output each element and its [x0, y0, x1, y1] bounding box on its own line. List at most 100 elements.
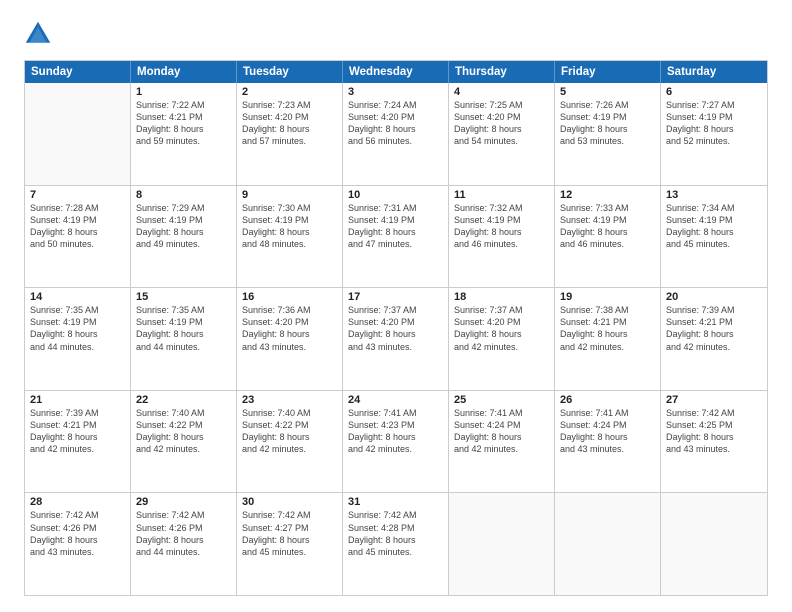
- day-info-line: and 42 minutes.: [454, 443, 549, 455]
- day-cell-3: 3Sunrise: 7:24 AMSunset: 4:20 PMDaylight…: [343, 83, 449, 185]
- day-number: 7: [30, 189, 125, 201]
- day-info-line: Sunrise: 7:38 AM: [560, 304, 655, 316]
- day-info-line: and 42 minutes.: [454, 341, 549, 353]
- day-info-line: and 43 minutes.: [348, 341, 443, 353]
- day-info-line: Sunset: 4:26 PM: [30, 522, 125, 534]
- day-info-line: Daylight: 8 hours: [136, 123, 231, 135]
- day-cell-31: 31Sunrise: 7:42 AMSunset: 4:28 PMDayligh…: [343, 493, 449, 595]
- day-cell-17: 17Sunrise: 7:37 AMSunset: 4:20 PMDayligh…: [343, 288, 449, 390]
- day-info-line: Sunset: 4:19 PM: [454, 214, 549, 226]
- day-info-line: Daylight: 8 hours: [454, 431, 549, 443]
- day-info-line: Sunrise: 7:37 AM: [348, 304, 443, 316]
- day-info-line: Sunset: 4:19 PM: [30, 316, 125, 328]
- empty-cell: [555, 493, 661, 595]
- day-info-line: Sunrise: 7:31 AM: [348, 202, 443, 214]
- day-info-line: Daylight: 8 hours: [242, 123, 337, 135]
- day-info-line: Daylight: 8 hours: [454, 123, 549, 135]
- day-info-line: Daylight: 8 hours: [666, 226, 762, 238]
- day-number: 29: [136, 496, 231, 508]
- day-cell-28: 28Sunrise: 7:42 AMSunset: 4:26 PMDayligh…: [25, 493, 131, 595]
- day-cell-15: 15Sunrise: 7:35 AMSunset: 4:19 PMDayligh…: [131, 288, 237, 390]
- day-info-line: Sunset: 4:22 PM: [136, 419, 231, 431]
- day-info-line: Daylight: 8 hours: [30, 534, 125, 546]
- day-info-line: Daylight: 8 hours: [666, 123, 762, 135]
- day-info-line: Sunrise: 7:25 AM: [454, 99, 549, 111]
- empty-cell: [25, 83, 131, 185]
- header-day-monday: Monday: [131, 61, 237, 83]
- day-info-line: Daylight: 8 hours: [242, 328, 337, 340]
- header-day-saturday: Saturday: [661, 61, 767, 83]
- day-info-line: and 42 minutes.: [30, 443, 125, 455]
- day-info-line: Sunset: 4:19 PM: [136, 214, 231, 226]
- day-info-line: and 42 minutes.: [666, 341, 762, 353]
- day-cell-2: 2Sunrise: 7:23 AMSunset: 4:20 PMDaylight…: [237, 83, 343, 185]
- day-info-line: Daylight: 8 hours: [30, 226, 125, 238]
- day-info-line: Daylight: 8 hours: [242, 431, 337, 443]
- day-cell-5: 5Sunrise: 7:26 AMSunset: 4:19 PMDaylight…: [555, 83, 661, 185]
- day-cell-24: 24Sunrise: 7:41 AMSunset: 4:23 PMDayligh…: [343, 391, 449, 493]
- day-number: 13: [666, 189, 762, 201]
- day-info-line: Sunset: 4:19 PM: [666, 214, 762, 226]
- day-info-line: Sunset: 4:21 PM: [666, 316, 762, 328]
- day-number: 26: [560, 394, 655, 406]
- day-info-line: Daylight: 8 hours: [348, 328, 443, 340]
- day-info-line: and 43 minutes.: [560, 443, 655, 455]
- day-cell-14: 14Sunrise: 7:35 AMSunset: 4:19 PMDayligh…: [25, 288, 131, 390]
- day-number: 12: [560, 189, 655, 201]
- day-info-line: Daylight: 8 hours: [30, 431, 125, 443]
- day-info-line: Sunrise: 7:27 AM: [666, 99, 762, 111]
- day-info-line: Sunset: 4:22 PM: [242, 419, 337, 431]
- header-day-wednesday: Wednesday: [343, 61, 449, 83]
- day-info-line: Sunset: 4:20 PM: [242, 316, 337, 328]
- day-info-line: and 52 minutes.: [666, 135, 762, 147]
- day-info-line: Sunset: 4:19 PM: [136, 316, 231, 328]
- day-info-line: Sunrise: 7:42 AM: [136, 509, 231, 521]
- day-info-line: and 46 minutes.: [560, 238, 655, 250]
- day-cell-10: 10Sunrise: 7:31 AMSunset: 4:19 PMDayligh…: [343, 186, 449, 288]
- day-info-line: and 44 minutes.: [136, 546, 231, 558]
- day-number: 23: [242, 394, 337, 406]
- day-number: 2: [242, 86, 337, 98]
- day-cell-23: 23Sunrise: 7:40 AMSunset: 4:22 PMDayligh…: [237, 391, 343, 493]
- empty-cell: [449, 493, 555, 595]
- day-info-line: and 43 minutes.: [30, 546, 125, 558]
- day-info-line: Sunset: 4:21 PM: [560, 316, 655, 328]
- day-info-line: and 44 minutes.: [30, 341, 125, 353]
- day-number: 5: [560, 86, 655, 98]
- day-info-line: Daylight: 8 hours: [30, 328, 125, 340]
- day-info-line: Daylight: 8 hours: [560, 123, 655, 135]
- day-info-line: Sunrise: 7:32 AM: [454, 202, 549, 214]
- day-info-line: and 57 minutes.: [242, 135, 337, 147]
- week-row-2: 7Sunrise: 7:28 AMSunset: 4:19 PMDaylight…: [25, 185, 767, 288]
- day-info-line: and 42 minutes.: [136, 443, 231, 455]
- day-info-line: Daylight: 8 hours: [560, 226, 655, 238]
- header-day-tuesday: Tuesday: [237, 61, 343, 83]
- day-info-line: Sunset: 4:23 PM: [348, 419, 443, 431]
- day-number: 4: [454, 86, 549, 98]
- day-cell-21: 21Sunrise: 7:39 AMSunset: 4:21 PMDayligh…: [25, 391, 131, 493]
- day-number: 14: [30, 291, 125, 303]
- day-info-line: Sunset: 4:28 PM: [348, 522, 443, 534]
- day-info-line: Daylight: 8 hours: [348, 534, 443, 546]
- day-info-line: Sunrise: 7:40 AM: [136, 407, 231, 419]
- day-cell-1: 1Sunrise: 7:22 AMSunset: 4:21 PMDaylight…: [131, 83, 237, 185]
- week-row-5: 28Sunrise: 7:42 AMSunset: 4:26 PMDayligh…: [25, 492, 767, 595]
- day-info-line: and 46 minutes.: [454, 238, 549, 250]
- day-info-line: Sunset: 4:19 PM: [560, 111, 655, 123]
- day-cell-8: 8Sunrise: 7:29 AMSunset: 4:19 PMDaylight…: [131, 186, 237, 288]
- day-info-line: Sunrise: 7:34 AM: [666, 202, 762, 214]
- day-number: 24: [348, 394, 443, 406]
- day-info-line: Sunrise: 7:26 AM: [560, 99, 655, 111]
- day-number: 16: [242, 291, 337, 303]
- day-info-line: and 43 minutes.: [242, 341, 337, 353]
- day-info-line: Sunset: 4:19 PM: [348, 214, 443, 226]
- day-info-line: and 42 minutes.: [242, 443, 337, 455]
- day-info-line: Sunrise: 7:39 AM: [666, 304, 762, 316]
- day-info-line: and 50 minutes.: [30, 238, 125, 250]
- day-number: 1: [136, 86, 231, 98]
- day-info-line: Sunset: 4:20 PM: [454, 316, 549, 328]
- day-info-line: Sunrise: 7:41 AM: [348, 407, 443, 419]
- day-info-line: and 54 minutes.: [454, 135, 549, 147]
- day-info-line: Sunset: 4:26 PM: [136, 522, 231, 534]
- day-info-line: and 42 minutes.: [348, 443, 443, 455]
